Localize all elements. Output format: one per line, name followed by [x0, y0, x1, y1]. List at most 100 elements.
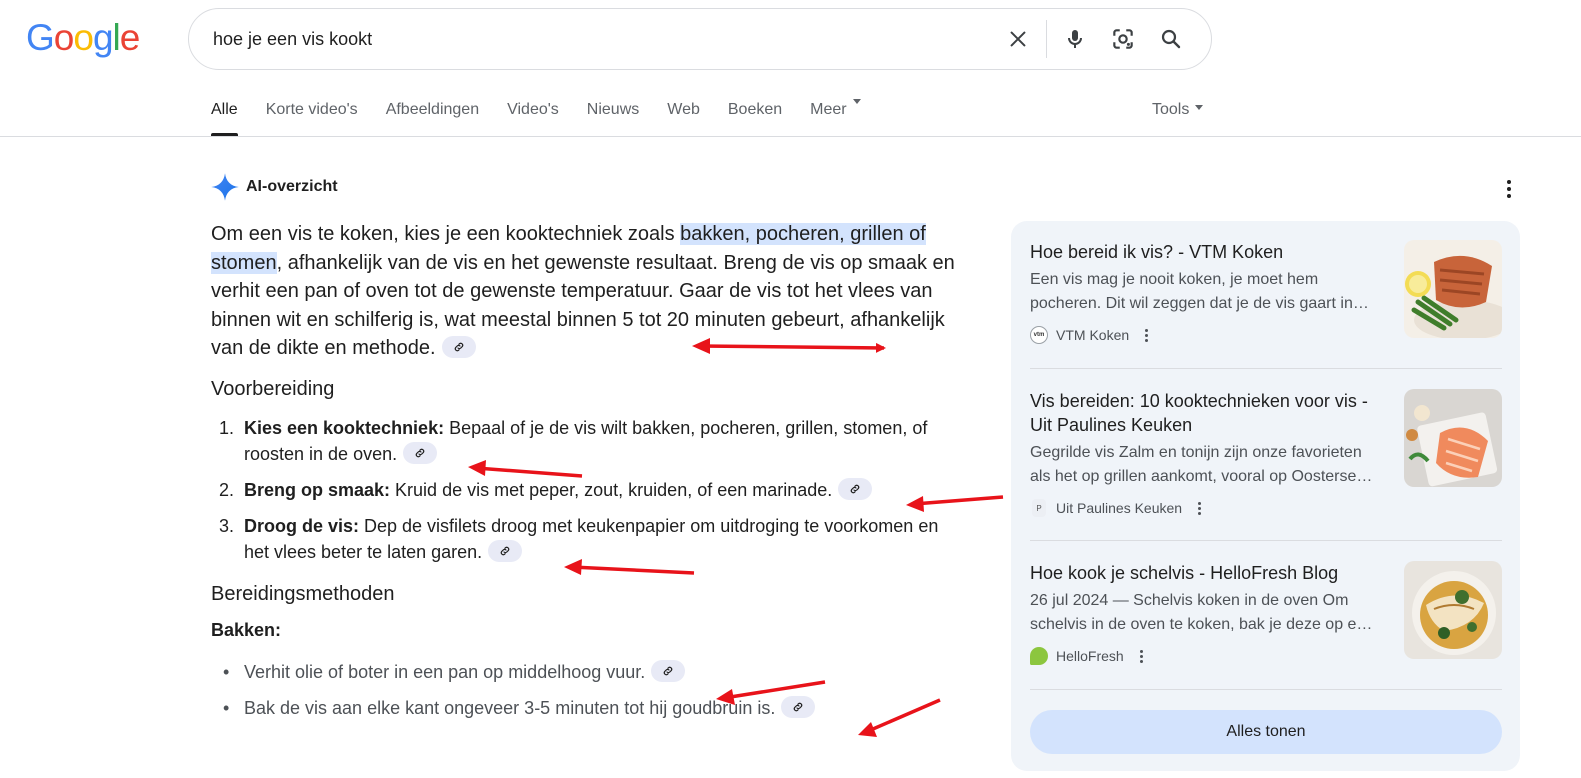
more-options-icon[interactable] — [1139, 649, 1143, 663]
clear-icon[interactable] — [994, 15, 1042, 63]
source-link-icon[interactable] — [403, 442, 438, 465]
step-heading: Kies een kooktechniek: — [244, 417, 445, 438]
source-card[interactable]: Hoe kook je schelvis - HelloFresh Blog 2… — [1030, 561, 1502, 665]
ai-overview-body: Om een vis te koken, kies je een kooktec… — [211, 220, 961, 731]
hellofresh-favicon-icon — [1030, 647, 1048, 665]
search-input[interactable]: hoe je een vis kookt — [213, 29, 994, 50]
method-text: Bak de vis aan elke kant ongeveer 3-5 mi… — [244, 697, 776, 718]
source-link-icon[interactable] — [651, 660, 686, 683]
step-number: 1. — [219, 417, 235, 438]
bullet: • — [223, 661, 230, 682]
haddock-dish-photo[interactable] — [1404, 561, 1502, 659]
tab-label: Alle — [211, 101, 238, 118]
source-title[interactable]: Vis bereiden: 10 kooktechnieken voor vis… — [1030, 389, 1392, 437]
tab-videos[interactable]: Video's — [507, 100, 559, 136]
step-heading: Breng op smaak: — [244, 479, 391, 500]
tab-alle[interactable]: Alle — [211, 100, 238, 136]
source-card[interactable]: Vis bereiden: 10 kooktechnieken voor vis… — [1030, 389, 1502, 517]
tab-label: Korte video's — [265, 101, 358, 118]
header-divider — [0, 136, 1581, 137]
snippet-line: als het op grillen aankomt, vooral op Oo… — [1030, 468, 1373, 485]
divider — [1030, 689, 1502, 690]
ai-overview-header: AI-overzicht — [210, 172, 338, 202]
list-item: 2. Breng op smaak: Kruid de vis met pepe… — [211, 477, 961, 503]
source-link-icon[interactable] — [488, 540, 523, 563]
source-title[interactable]: Hoe bereid ik vis? - VTM Koken — [1030, 240, 1392, 264]
logo-letter: l — [112, 17, 121, 58]
vtm-koken-favicon-icon: vtm — [1030, 326, 1048, 344]
section-title: Bereidingsmethoden — [211, 582, 395, 605]
list-item: 3. Droog de vis: Dep de visfilets droog … — [211, 513, 961, 565]
tab-label: Afbeeldingen — [385, 101, 480, 118]
method-label: Bakken: — [211, 619, 282, 640]
microphone-icon[interactable] — [1051, 15, 1099, 63]
tab-label: Web — [667, 101, 700, 118]
step-number: 3. — [219, 515, 235, 536]
raw-salmon-photo[interactable] — [1404, 389, 1502, 487]
section-title: Voorbereiding — [211, 377, 335, 400]
source-snippet: 26 jul 2024 — Schelvis koken in de oven … — [1030, 589, 1388, 637]
snippet-line: pocheren. Dit wil zeggen dat je de vis g… — [1030, 295, 1369, 312]
tab-label: Meer — [810, 101, 847, 118]
tab-boeken[interactable]: Boeken — [728, 100, 782, 136]
snippet-line: 26 jul 2024 — Schelvis koken in de oven … — [1030, 592, 1349, 609]
source-site: P Uit Paulines Keuken — [1030, 499, 1502, 517]
divider — [1030, 540, 1502, 541]
paulines-keuken-favicon-icon: P — [1032, 499, 1046, 517]
tab-web[interactable]: Web — [667, 100, 700, 136]
step-number: 2. — [219, 479, 235, 500]
ai-overview-title: AI-overzicht — [246, 178, 338, 195]
salmon-fillet-photo[interactable] — [1404, 240, 1502, 338]
bullet: • — [223, 697, 230, 718]
steps-list: 1. Kies een kooktechniek: Bepaal of je d… — [211, 415, 961, 565]
methods-list: • Verhit olie of boter in een pan op mid… — [211, 659, 961, 721]
step-text: Kruid de vis met peper, zout, kruiden, o… — [390, 479, 833, 500]
site-name: Uit Paulines Keuken — [1056, 500, 1183, 516]
search-tabs: Alle Korte video's Afbeeldingen Video's … — [211, 99, 889, 136]
tab-meer[interactable]: Meer — [810, 99, 861, 136]
site-name: VTM Koken — [1056, 327, 1130, 343]
search-box[interactable]: hoe je een vis kookt — [188, 8, 1212, 70]
tools-label: Tools — [1152, 101, 1190, 118]
logo-letter: g — [92, 17, 114, 58]
tab-label: Nieuws — [586, 101, 640, 118]
method-text: Verhit olie of boter in een pan op midde… — [244, 661, 646, 682]
search-icon[interactable] — [1147, 15, 1195, 63]
intro-text: , afhankelijk van de vis en het gewenste… — [211, 251, 955, 360]
intro-text: Om een vis te koken, kies je een kooktec… — [211, 223, 681, 245]
logo-letter: G — [26, 17, 55, 58]
logo-letter: o — [53, 17, 75, 58]
list-item: 1. Kies een kooktechniek: Bepaal of je d… — [211, 415, 961, 467]
source-link-icon[interactable] — [441, 336, 476, 359]
list-item: • Verhit olie of boter in een pan op mid… — [211, 659, 961, 685]
show-all-button[interactable]: Alles tonen — [1030, 710, 1502, 754]
tab-nieuws[interactable]: Nieuws — [587, 100, 639, 136]
source-link-icon[interactable] — [838, 478, 873, 501]
source-title[interactable]: Hoe kook je schelvis - HelloFresh Blog — [1030, 561, 1392, 585]
show-all-label: Alles tonen — [1226, 723, 1306, 740]
caret-down-icon — [852, 99, 861, 104]
snippet-line: schelvis in de oven te koken, bak je dez… — [1030, 616, 1373, 633]
snippet-line: Een vis mag je nooit koken, je moet hem — [1030, 271, 1319, 288]
gemini-sparkle-icon — [211, 173, 239, 201]
more-options-icon[interactable] — [1145, 328, 1149, 342]
source-snippet: Een vis mag je nooit koken, je moet hem … — [1030, 268, 1388, 316]
tab-korte-videos[interactable]: Korte video's — [266, 100, 358, 136]
source-card[interactable]: Hoe bereid ik vis? - VTM Koken Een vis m… — [1030, 240, 1502, 344]
tools-menu[interactable]: Tools — [1152, 101, 1204, 119]
logo-letter: o — [73, 17, 94, 58]
lens-camera-icon[interactable] — [1099, 15, 1147, 63]
more-options-icon[interactable] — [1198, 501, 1202, 515]
list-item: • Bak de vis aan elke kant ongeveer 3-5 … — [211, 695, 961, 721]
tab-label: Boeken — [727, 101, 783, 118]
source-snippet: Gegrilde vis Zalm en tonijn zijn onze fa… — [1030, 441, 1388, 489]
ai-overview-intro: Om een vis te koken, kies je een kooktec… — [211, 220, 961, 363]
tab-afbeeldingen[interactable]: Afbeeldingen — [386, 100, 479, 136]
source-link-icon[interactable] — [781, 696, 816, 719]
google-logo[interactable]: Google — [26, 17, 140, 58]
snippet-line: Gegrilde vis Zalm en tonijn zijn onze fa… — [1030, 444, 1362, 461]
step-heading: Droog de vis: — [244, 515, 360, 536]
search-divider — [1046, 20, 1047, 58]
tab-label: Video's — [507, 101, 559, 118]
more-options-icon[interactable] — [1498, 178, 1520, 200]
